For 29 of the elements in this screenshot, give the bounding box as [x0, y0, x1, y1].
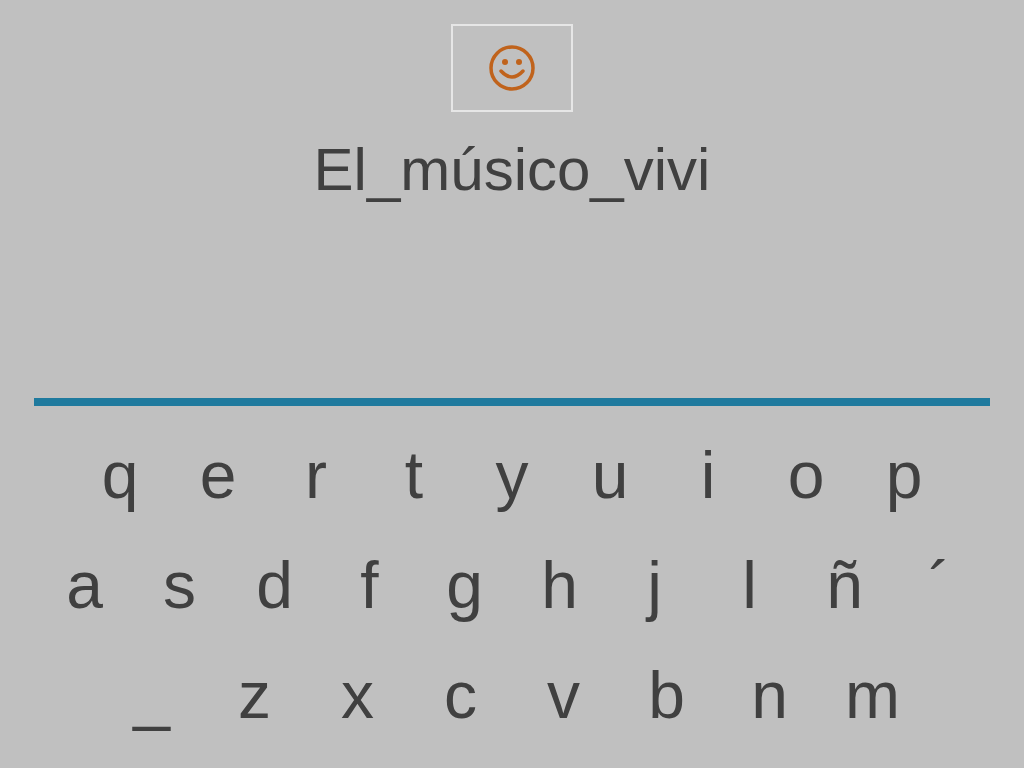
letter-key[interactable]: s	[132, 545, 227, 625]
letter-key[interactable]: c	[409, 655, 512, 735]
letter-key[interactable]: ´	[892, 545, 987, 625]
letter-key[interactable]: q	[71, 435, 169, 515]
letter-key[interactable]: z	[203, 655, 306, 735]
letter-key[interactable]: y	[463, 435, 561, 515]
letter-key[interactable]: p	[855, 435, 953, 515]
letter-key[interactable]: x	[306, 655, 409, 735]
letter-key[interactable]: i	[659, 435, 757, 515]
letter-key[interactable]: r	[267, 435, 365, 515]
letter-key[interactable]: f	[322, 545, 417, 625]
letter-key[interactable]: _	[100, 655, 203, 735]
letter-key[interactable]: n	[718, 655, 821, 735]
letter-key[interactable]: h	[512, 545, 607, 625]
letter-key[interactable]: a	[37, 545, 132, 625]
smiley-icon	[488, 44, 536, 92]
letter-key[interactable]: v	[512, 655, 615, 735]
letter-key[interactable]: m	[821, 655, 924, 735]
letter-key[interactable]: e	[169, 435, 267, 515]
letter-key[interactable]: g	[417, 545, 512, 625]
guessed-word: El_músico_vivi	[313, 135, 711, 205]
letter-key[interactable]: t	[365, 435, 463, 515]
letter-key[interactable]: o	[757, 435, 855, 515]
letter-key[interactable]: b	[615, 655, 718, 735]
letter-key[interactable]: l	[702, 545, 797, 625]
letter-key[interactable]: j	[607, 545, 702, 625]
letter-key[interactable]: ñ	[797, 545, 892, 625]
letter-key[interactable]: d	[227, 545, 322, 625]
letter-key[interactable]: u	[561, 435, 659, 515]
